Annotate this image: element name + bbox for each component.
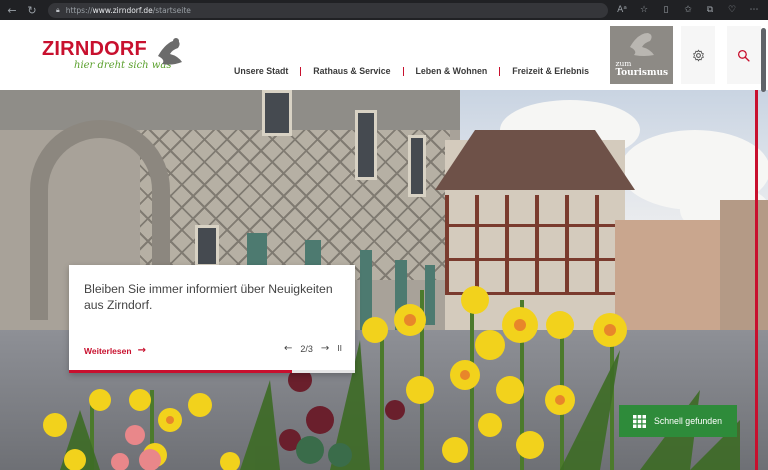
slide-progress-fill [69, 370, 293, 373]
news-teaser-card: Bleiben Sie immer informiert über Neuigk… [69, 265, 355, 373]
url-protocol: https:// [65, 5, 93, 15]
collections-icon[interactable]: ⧉ [702, 2, 718, 18]
site-header: ZIRNDORF hier dreht sich was Unsere Stad… [0, 20, 605, 90]
nav-unsere-stadt[interactable]: Unsere Stadt [222, 66, 300, 76]
split-screen-icon[interactable]: ▯ [658, 2, 674, 18]
slider-controls: ← 2/3 → II [284, 343, 342, 354]
web-page: ZIRNDORF hier dreht sich was Unsere Stad… [0, 20, 768, 470]
grid-icon [633, 414, 646, 428]
pause-button[interactable]: II [337, 344, 342, 353]
favorites-icon[interactable]: ✩ [680, 2, 696, 18]
logo-figure-icon [158, 38, 182, 65]
tourism-tile: zum Tourismus [605, 20, 677, 90]
read-more-label: Weiterlesen [84, 345, 132, 356]
tourism-line2: Tourismus [615, 68, 669, 78]
scrollbar-thumb[interactable] [761, 28, 766, 92]
news-teaser-text: Bleiben Sie immer informiert über Neuigk… [84, 282, 333, 312]
arrow-right-icon: → [137, 345, 146, 356]
schnell-gefunden-label: Schnell gefunden [654, 416, 722, 426]
tourism-line1: zum [615, 59, 632, 68]
zirndorf-logo[interactable]: ZIRNDORF hier dreht sich was [42, 38, 192, 78]
nav-leben-wohnen[interactable]: Leben & Wohnen [404, 66, 500, 76]
red-accent-rail [755, 90, 758, 470]
logo-wordmark: ZIRNDORF [42, 38, 147, 60]
search-icon [737, 49, 750, 62]
url-path: /startseite [152, 5, 191, 15]
nav-freizeit-erlebnis[interactable]: Freizeit & Erlebnis [500, 66, 601, 76]
browser-toolbar: ← ↻ 🔒︎ https://www.zirndorf.de/startseit… [0, 0, 768, 20]
more-menu-icon[interactable]: ⋯ [746, 2, 762, 18]
reload-icon[interactable]: ↻ [24, 2, 40, 18]
url-host: www.zirndorf.de [92, 5, 153, 15]
back-arrow-icon[interactable]: ← [4, 2, 20, 18]
tourism-button[interactable]: zum Tourismus [609, 26, 673, 84]
gear-icon [692, 49, 704, 61]
address-bar[interactable]: 🔒︎ https://www.zirndorf.de/startseite [48, 2, 608, 18]
tourism-figure-icon [629, 33, 654, 56]
favorite-star-icon[interactable]: ☆ [636, 2, 652, 18]
slide-progress-track [69, 370, 355, 373]
lock-icon: 🔒︎ [56, 5, 60, 14]
extension-icon[interactable]: ♡ [724, 2, 740, 18]
schnell-gefunden-button[interactable]: Schnell gefunden [619, 405, 737, 437]
slide-counter: 2/3 [300, 343, 313, 354]
previous-slide-button[interactable]: ← [284, 343, 292, 354]
read-aloud-icon[interactable]: Aᵃ [614, 2, 630, 18]
settings-button[interactable] [677, 20, 719, 90]
main-navigation: Unsere Stadt Rathaus & Service Leben & W… [222, 66, 601, 76]
nav-rathaus-service[interactable]: Rathaus & Service [301, 66, 402, 76]
next-slide-button[interactable]: → [321, 343, 329, 354]
read-more-link[interactable]: Weiterlesen → [84, 345, 146, 356]
